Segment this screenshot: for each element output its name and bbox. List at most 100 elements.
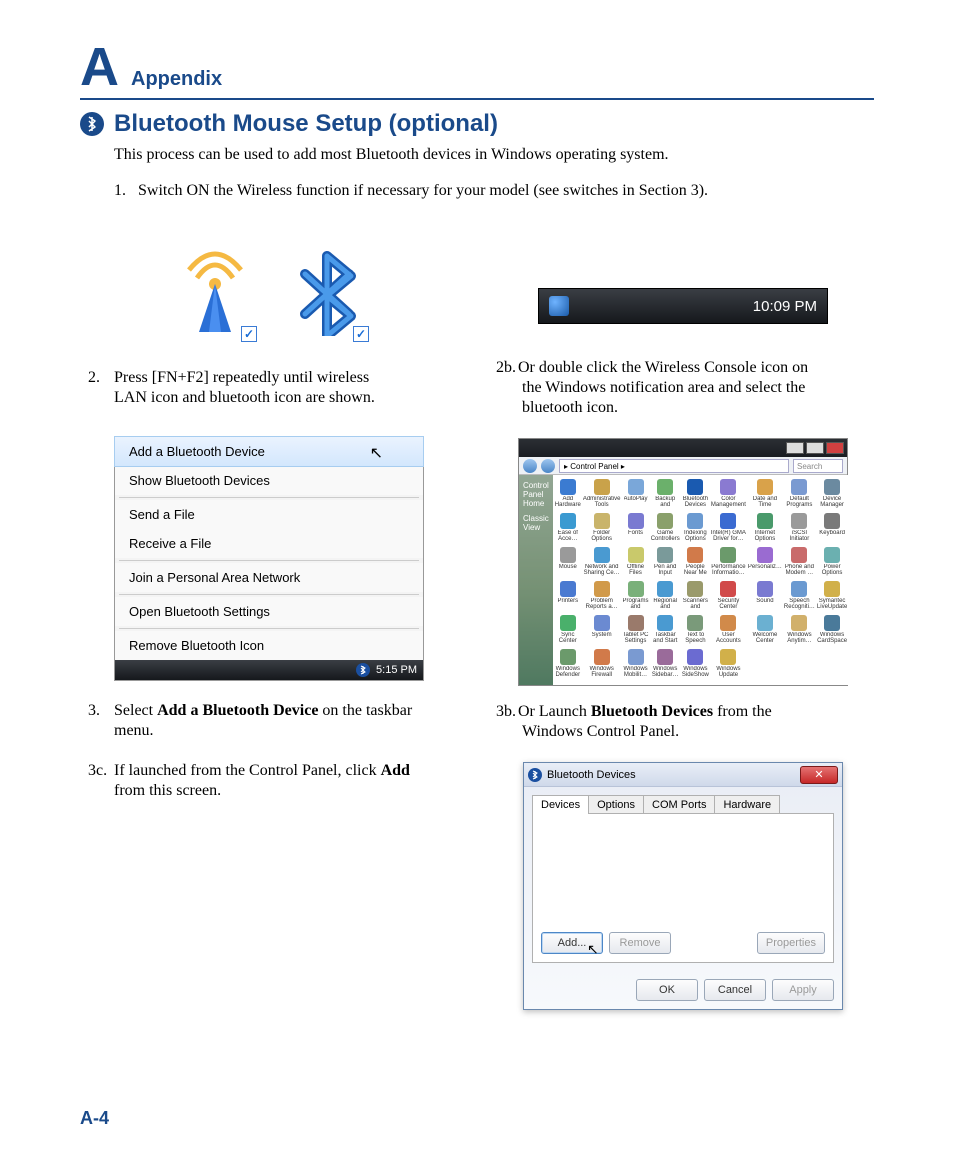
cp-icon[interactable]: Power Options (817, 547, 847, 579)
search-input[interactable]: Search (793, 459, 843, 473)
bluetooth-tray-icon[interactable] (356, 663, 370, 677)
menu-item-open-settings[interactable]: Open Bluetooth Settings (115, 597, 423, 626)
cp-icon-grid: Add HardwareAdministrative ToolsAutoPlay… (553, 475, 849, 685)
step-2b: 2b.Or double click the Wireless Console … (496, 358, 874, 418)
cp-icon[interactable]: Windows CardSpace (817, 615, 847, 647)
cp-icon[interactable]: Symantec LiveUpdate (817, 581, 847, 613)
apply-button[interactable]: Apply (772, 979, 834, 1001)
cp-icon[interactable]: Sound (748, 581, 782, 613)
step-3: 3. Select Add a Bluetooth Device on the … (114, 701, 462, 741)
minimize-button[interactable] (786, 442, 804, 454)
cp-icon[interactable]: Windows Firewall (583, 649, 621, 681)
cp-icon[interactable]: Bluetooth Devices (682, 479, 709, 511)
cp-icon[interactable]: Tablet PC Settings (623, 615, 649, 647)
section-title-row: Bluetooth Mouse Setup (optional) (80, 110, 874, 138)
cp-icon[interactable]: Indexing Options (682, 513, 709, 545)
cp-icon[interactable]: Game Controllers (651, 513, 680, 545)
cp-icon[interactable]: Windows Update (711, 649, 746, 681)
cp-icon[interactable]: Pen and Input Devices (651, 547, 680, 579)
wlan-checkbox-icon: ✓ (241, 326, 257, 342)
cp-icon[interactable]: Taskbar and Start Menu (651, 615, 680, 647)
step-3-pre: Select (114, 702, 157, 719)
wireless-console-tray-icon[interactable] (549, 296, 569, 316)
step-3c-bold: Add (381, 762, 410, 779)
menu-item-receive-file[interactable]: Receive a File (115, 529, 423, 558)
cp-icon[interactable]: Regional and Languag… (651, 581, 680, 613)
cp-icon[interactable]: Welcome Center (748, 615, 782, 647)
menu-separator (119, 560, 419, 561)
cp-icon[interactable]: Sync Center (555, 615, 581, 647)
cp-icon[interactable]: iSCSI Initiator (784, 513, 815, 545)
cp-icon[interactable]: Security Center (711, 581, 746, 613)
step-3b-post: from the (713, 703, 772, 720)
cancel-button[interactable]: Cancel (704, 979, 766, 1001)
tab-devices[interactable]: Devices (532, 795, 589, 814)
taskbar-tail: 5:15 PM (115, 660, 423, 680)
cp-icon[interactable]: Add Hardware (555, 479, 581, 511)
close-button[interactable] (826, 442, 844, 454)
cp-icon[interactable]: Scanners and Cameras (682, 581, 709, 613)
cp-icon[interactable]: User Accounts (711, 615, 746, 647)
tab-options[interactable]: Options (588, 795, 644, 814)
maximize-button[interactable] (806, 442, 824, 454)
cp-icon[interactable]: Color Management (711, 479, 746, 511)
cp-home-link[interactable]: Control Panel Home (523, 481, 549, 508)
cp-icon[interactable]: Backup and Restore C… (651, 479, 680, 511)
nav-forward-button[interactable] (541, 459, 555, 473)
cp-icon[interactable]: Text to Speech (682, 615, 709, 647)
cp-icon[interactable]: Problem Reports a… (583, 581, 621, 613)
menu-item-remove-icon[interactable]: Remove Bluetooth Icon (115, 631, 423, 660)
cp-icon[interactable]: Windows SideShow (682, 649, 709, 681)
step-3b-bold: Bluetooth Devices (591, 703, 713, 720)
cp-icon[interactable]: Folder Options (583, 513, 621, 545)
cp-icon[interactable]: Device Manager (817, 479, 847, 511)
menu-item-join-pan[interactable]: Join a Personal Area Network (115, 563, 423, 592)
close-button[interactable]: ✕ (800, 766, 838, 784)
taskbar-notification-area: 10:09 PM (538, 288, 828, 324)
cp-icon[interactable]: Mouse (555, 547, 581, 579)
cp-icon[interactable]: Programs and Features (623, 581, 649, 613)
cp-classic-link[interactable]: Classic View (523, 514, 549, 532)
cp-icon[interactable]: Personaliz… (748, 547, 782, 579)
step-3c-pre: If launched from the Control Panel, clic… (114, 762, 381, 779)
cp-icon[interactable]: Windows Defender (555, 649, 581, 681)
cp-icon[interactable]: Intel(R) GMA Driver for… (711, 513, 746, 545)
step-2b-num: 2b. (496, 358, 518, 378)
cp-icon[interactable]: AutoPlay (623, 479, 649, 511)
cp-icon[interactable]: Fonts (623, 513, 649, 545)
cp-icon[interactable]: Administrative Tools (583, 479, 621, 511)
cp-icon[interactable]: People Near Me (682, 547, 709, 579)
menu-separator (119, 628, 419, 629)
cp-icon[interactable]: Windows Sidebar… (651, 649, 680, 681)
properties-button[interactable]: Properties (757, 932, 825, 954)
cp-icon[interactable]: Network and Sharing Ce… (583, 547, 621, 579)
cp-icon[interactable]: Ease of Acce… (555, 513, 581, 545)
cp-icon[interactable]: Offline Files (623, 547, 649, 579)
remove-button[interactable]: Remove (609, 932, 671, 954)
nav-back-button[interactable] (523, 459, 537, 473)
taskbar-clock: 10:09 PM (753, 298, 817, 315)
tab-hardware[interactable]: Hardware (714, 795, 780, 814)
menu-item-show-devices[interactable]: Show Bluetooth Devices (115, 466, 423, 495)
ok-button[interactable]: OK (636, 979, 698, 1001)
menu-item-add-device[interactable]: Add a Bluetooth Device ↖ (114, 436, 424, 467)
cursor-icon: ↖ (370, 443, 383, 463)
cp-icon[interactable]: Keyboard (817, 513, 847, 545)
bluetooth-context-menu: Add a Bluetooth Device ↖ Show Bluetooth … (114, 436, 424, 681)
cp-icon[interactable]: Windows Anytim… (784, 615, 815, 647)
cp-icon[interactable]: Printers (555, 581, 581, 613)
menu-item-send-file[interactable]: Send a File (115, 500, 423, 529)
step-2: 2. Press [FN+F2] repeatedly until wirele… (114, 368, 462, 408)
cp-icon[interactable]: System (583, 615, 621, 647)
cp-icon[interactable]: Date and Time (748, 479, 782, 511)
cp-icon[interactable]: Performance Informatio… (711, 547, 746, 579)
cp-icon[interactable]: Speech Recogniti… (784, 581, 815, 613)
cp-icon[interactable]: Windows Mobilit… (623, 649, 649, 681)
cp-icon[interactable]: Internet Options (748, 513, 782, 545)
cp-icon[interactable]: Phone and Modem … (784, 547, 815, 579)
tab-com-ports[interactable]: COM Ports (643, 795, 715, 814)
step-3b: 3b.Or Launch Bluetooth Devices from the … (496, 702, 874, 742)
cp-icon[interactable]: Default Programs (784, 479, 815, 511)
breadcrumb[interactable]: ▸ Control Panel ▸ (559, 459, 789, 473)
step-3b-num: 3b. (496, 702, 518, 722)
